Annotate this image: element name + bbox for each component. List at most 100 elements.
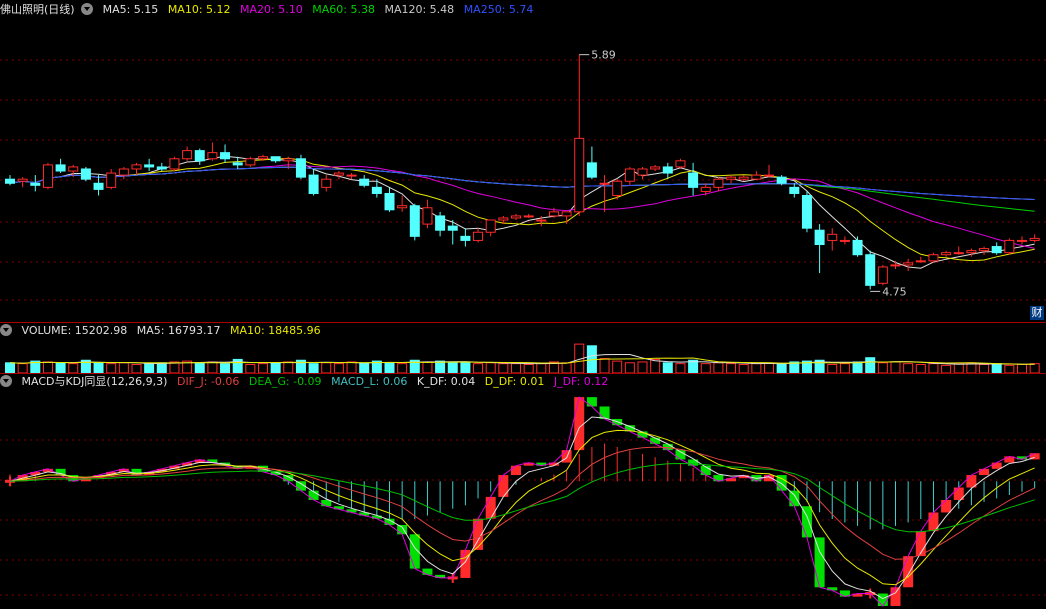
volume-bar (460, 362, 471, 373)
candle-body (17, 178, 28, 182)
candle-body (624, 168, 635, 182)
candle-body (295, 158, 306, 178)
candle-body (435, 215, 446, 231)
volume-bar (764, 362, 774, 373)
candle-body (637, 168, 648, 176)
candle-body (80, 168, 91, 180)
volume-bar (536, 363, 547, 373)
volume-bar (827, 364, 838, 373)
price-chart[interactable]: 5.89 4.75 (0, 0, 1046, 320)
volume-bar (662, 362, 673, 373)
candle-body (207, 152, 218, 160)
volume-bar (245, 364, 256, 373)
volume-bar (283, 361, 294, 373)
candle-body (865, 254, 876, 286)
candle-body (169, 158, 180, 170)
candle-body (371, 186, 382, 194)
candle-body (839, 239, 850, 242)
candle-body (485, 219, 496, 233)
volume-bar (928, 363, 939, 373)
macd-l-label: MACD_L: 0.06 (331, 375, 408, 388)
volume-bar (156, 362, 167, 373)
volume-bar (1029, 363, 1040, 373)
kdj-bar (574, 397, 585, 451)
volume-ma5-label: MA5: 16793.17 (136, 324, 221, 337)
candle-body (726, 176, 737, 180)
candle-body (321, 178, 332, 188)
finance-tag[interactable]: 财 (1030, 306, 1044, 320)
volume-bar (979, 364, 990, 373)
kdj-bar (991, 462, 1002, 469)
k-df-label: K_DF: 0.04 (416, 375, 476, 388)
candle-body (460, 235, 471, 241)
volume-bar (118, 362, 129, 373)
candle-body (511, 215, 521, 219)
low-price-label: 4.75 (882, 285, 907, 298)
volume-bar (675, 363, 686, 373)
d-df-label: D_DF: 0.01 (484, 375, 545, 388)
volume-bar (1017, 364, 1027, 373)
candle-body (523, 215, 534, 218)
kdj-bar (599, 406, 610, 419)
kdj-bar (586, 397, 597, 407)
candle-body (877, 266, 888, 284)
candle-body (156, 166, 167, 170)
macd-header: MACD与KDJ同显(12,26,9,3) DIF_J: -0.06 DEA_G… (0, 374, 614, 390)
volume-header: VOLUME: 15202.98 MA5: 16793.17 MA10: 184… (0, 323, 327, 339)
volume-bar (17, 363, 28, 373)
candle-body (928, 254, 939, 262)
candle-body (991, 246, 1002, 254)
candle-body (915, 260, 926, 263)
volume-bar (751, 363, 762, 373)
candle-body (93, 182, 104, 190)
candle-body (1017, 239, 1027, 242)
kdj-bar (498, 475, 509, 497)
candle-body (966, 250, 977, 254)
candle-body (68, 166, 79, 172)
candle-body (498, 217, 509, 221)
volume-bar (384, 362, 395, 373)
candle-body (650, 166, 661, 170)
volume-bar (321, 362, 332, 373)
volume-bar (700, 363, 711, 373)
volume-bar (131, 364, 142, 373)
candle-body (55, 164, 66, 172)
candle-body (220, 152, 231, 160)
candle-body (270, 156, 281, 162)
volume-bar (991, 363, 1002, 373)
volume-bar (599, 358, 610, 373)
candle-body (738, 176, 749, 180)
candle-body (245, 158, 256, 166)
kdj-bar (511, 465, 521, 476)
volume-bar (55, 362, 66, 373)
candle-body (42, 164, 53, 188)
macd-kdj-chart[interactable] (0, 390, 1046, 608)
volume-bar (144, 363, 155, 373)
candle-body (283, 158, 294, 162)
volume-bar (612, 360, 623, 373)
candle-body (422, 207, 433, 225)
candle-body (1029, 237, 1040, 241)
volume-bar (270, 362, 281, 373)
candle-body (346, 174, 357, 177)
kdj-bar (877, 593, 888, 606)
candle-body (979, 248, 990, 252)
candle-body (333, 172, 344, 176)
candle-body (890, 264, 901, 267)
candle-body (612, 180, 623, 197)
volume-bar (877, 362, 888, 373)
dropdown-icon[interactable] (0, 375, 12, 387)
kdj-bar (789, 490, 800, 507)
volume-chart[interactable] (0, 339, 1046, 373)
candle-body (814, 229, 825, 246)
ma250-line (9, 166, 1035, 200)
volume-bar (561, 362, 572, 373)
kdj-bar (941, 500, 952, 513)
j-df-label: J_DF: 0.12 (553, 375, 609, 388)
volume-bar (903, 363, 914, 373)
volume-bar (397, 363, 408, 373)
candle-body (1004, 239, 1015, 254)
dropdown-icon[interactable] (0, 324, 12, 336)
volume-bar (839, 363, 850, 373)
volume-bar (194, 362, 205, 373)
